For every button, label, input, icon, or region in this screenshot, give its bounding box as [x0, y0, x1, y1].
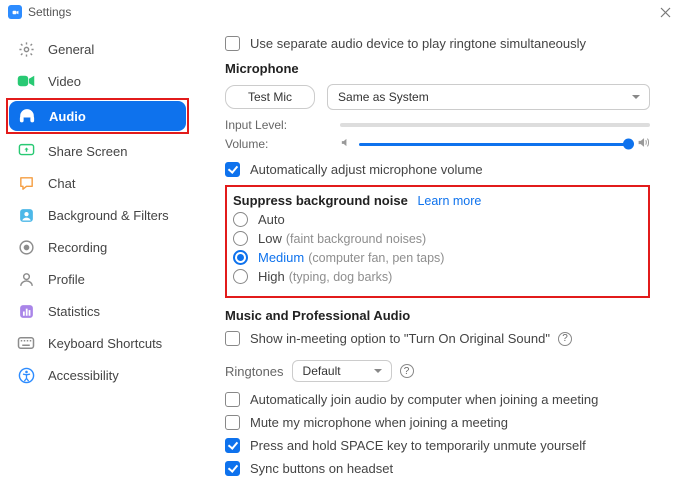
sidebar-item-profile[interactable]: Profile	[8, 264, 187, 294]
window-title: Settings	[28, 5, 658, 19]
sidebar-item-label: Profile	[48, 272, 85, 287]
suppress-noise-heading: Suppress background noise	[233, 193, 408, 208]
separate-audio-device-checkbox[interactable]	[225, 36, 240, 51]
settings-content: Use separate audio device to play ringto…	[195, 24, 680, 501]
input-level-label: Input Level:	[225, 118, 340, 132]
noise-high-hint: (typing, dog barks)	[289, 270, 393, 284]
input-level-meter	[340, 123, 650, 127]
learn-more-link[interactable]: Learn more	[417, 194, 481, 208]
original-sound-help[interactable]: ?	[558, 332, 572, 346]
ringtones-label: Ringtones	[225, 364, 284, 379]
sidebar-item-accessibility[interactable]: Accessibility	[8, 360, 187, 390]
noise-auto-radio[interactable]	[233, 212, 248, 227]
accessibility-icon	[16, 365, 36, 385]
sidebar-item-general[interactable]: General	[8, 34, 187, 64]
sidebar-item-label: Share Screen	[48, 144, 128, 159]
auto-join-audio-label: Automatically join audio by computer whe…	[250, 392, 598, 407]
sidebar-item-label: Video	[48, 74, 81, 89]
statistics-icon	[16, 301, 36, 321]
noise-low-radio[interactable]	[233, 231, 248, 246]
noise-medium-hint: (computer fan, pen taps)	[308, 251, 444, 265]
keyboard-icon	[16, 333, 36, 353]
sidebar-active-highlight: Audio	[6, 98, 189, 134]
pro-audio-heading: Music and Professional Audio	[225, 308, 650, 323]
sidebar-item-label: Recording	[48, 240, 107, 255]
share-screen-icon	[16, 141, 36, 161]
auto-adjust-mic-label: Automatically adjust microphone volume	[250, 162, 483, 177]
sidebar: General Video Audio Share Screen Chat Ba…	[0, 24, 195, 501]
volume-low-icon	[340, 137, 351, 151]
sidebar-item-label: Statistics	[48, 304, 100, 319]
noise-medium-label: Medium	[258, 250, 304, 265]
chat-icon	[16, 173, 36, 193]
zoom-icon	[11, 9, 20, 16]
sidebar-item-chat[interactable]: Chat	[8, 168, 187, 198]
volume-label: Volume:	[225, 137, 340, 151]
headphones-icon	[17, 106, 37, 126]
sidebar-item-audio[interactable]: Audio	[9, 101, 186, 131]
close-button[interactable]	[658, 5, 672, 19]
sidebar-item-share-screen[interactable]: Share Screen	[8, 136, 187, 166]
auto-join-audio-checkbox[interactable]	[225, 392, 240, 407]
auto-adjust-mic-checkbox[interactable]	[225, 162, 240, 177]
noise-high-label: High	[258, 269, 285, 284]
sidebar-item-label: Chat	[48, 176, 75, 191]
volume-thumb[interactable]	[623, 139, 634, 150]
microphone-heading: Microphone	[225, 61, 650, 76]
sidebar-item-label: Background & Filters	[48, 208, 169, 223]
noise-auto-label: Auto	[258, 212, 285, 227]
test-mic-button[interactable]: Test Mic	[225, 85, 315, 109]
close-icon	[660, 7, 671, 18]
original-sound-label: Show in-meeting option to "Turn On Origi…	[250, 331, 550, 346]
sync-headset-label: Sync buttons on headset	[250, 461, 393, 476]
gear-icon	[16, 39, 36, 59]
sidebar-item-label: General	[48, 42, 94, 57]
original-sound-checkbox[interactable]	[225, 331, 240, 346]
ringtone-select[interactable]: Default	[292, 360, 392, 382]
sync-headset-checkbox[interactable]	[225, 461, 240, 476]
sidebar-item-keyboard-shortcuts[interactable]: Keyboard Shortcuts	[8, 328, 187, 358]
ringtone-help[interactable]: ?	[400, 364, 414, 378]
app-icon	[8, 5, 22, 19]
video-icon	[16, 71, 36, 91]
sidebar-item-video[interactable]: Video	[8, 66, 187, 96]
suppress-noise-section: Suppress background noise Learn more Aut…	[225, 185, 650, 298]
noise-medium-radio[interactable]	[233, 250, 248, 265]
separate-audio-device-label: Use separate audio device to play ringto…	[250, 36, 586, 51]
sidebar-item-label: Keyboard Shortcuts	[48, 336, 162, 351]
sidebar-item-label: Audio	[49, 109, 86, 124]
mute-on-join-label: Mute my microphone when joining a meetin…	[250, 415, 508, 430]
noise-low-hint: (faint background noises)	[286, 232, 426, 246]
noise-high-radio[interactable]	[233, 269, 248, 284]
sidebar-item-statistics[interactable]: Statistics	[8, 296, 187, 326]
background-icon	[16, 205, 36, 225]
profile-icon	[16, 269, 36, 289]
sidebar-item-label: Accessibility	[48, 368, 119, 383]
space-unmute-checkbox[interactable]	[225, 438, 240, 453]
mute-on-join-checkbox[interactable]	[225, 415, 240, 430]
volume-high-icon	[637, 136, 650, 152]
sidebar-item-background-filters[interactable]: Background & Filters	[8, 200, 187, 230]
space-unmute-label: Press and hold SPACE key to temporarily …	[250, 438, 586, 453]
titlebar: Settings	[0, 0, 680, 24]
volume-slider[interactable]	[359, 143, 629, 146]
mic-device-select[interactable]: Same as System	[327, 84, 650, 110]
recording-icon	[16, 237, 36, 257]
noise-low-label: Low	[258, 231, 282, 246]
sidebar-item-recording[interactable]: Recording	[8, 232, 187, 262]
